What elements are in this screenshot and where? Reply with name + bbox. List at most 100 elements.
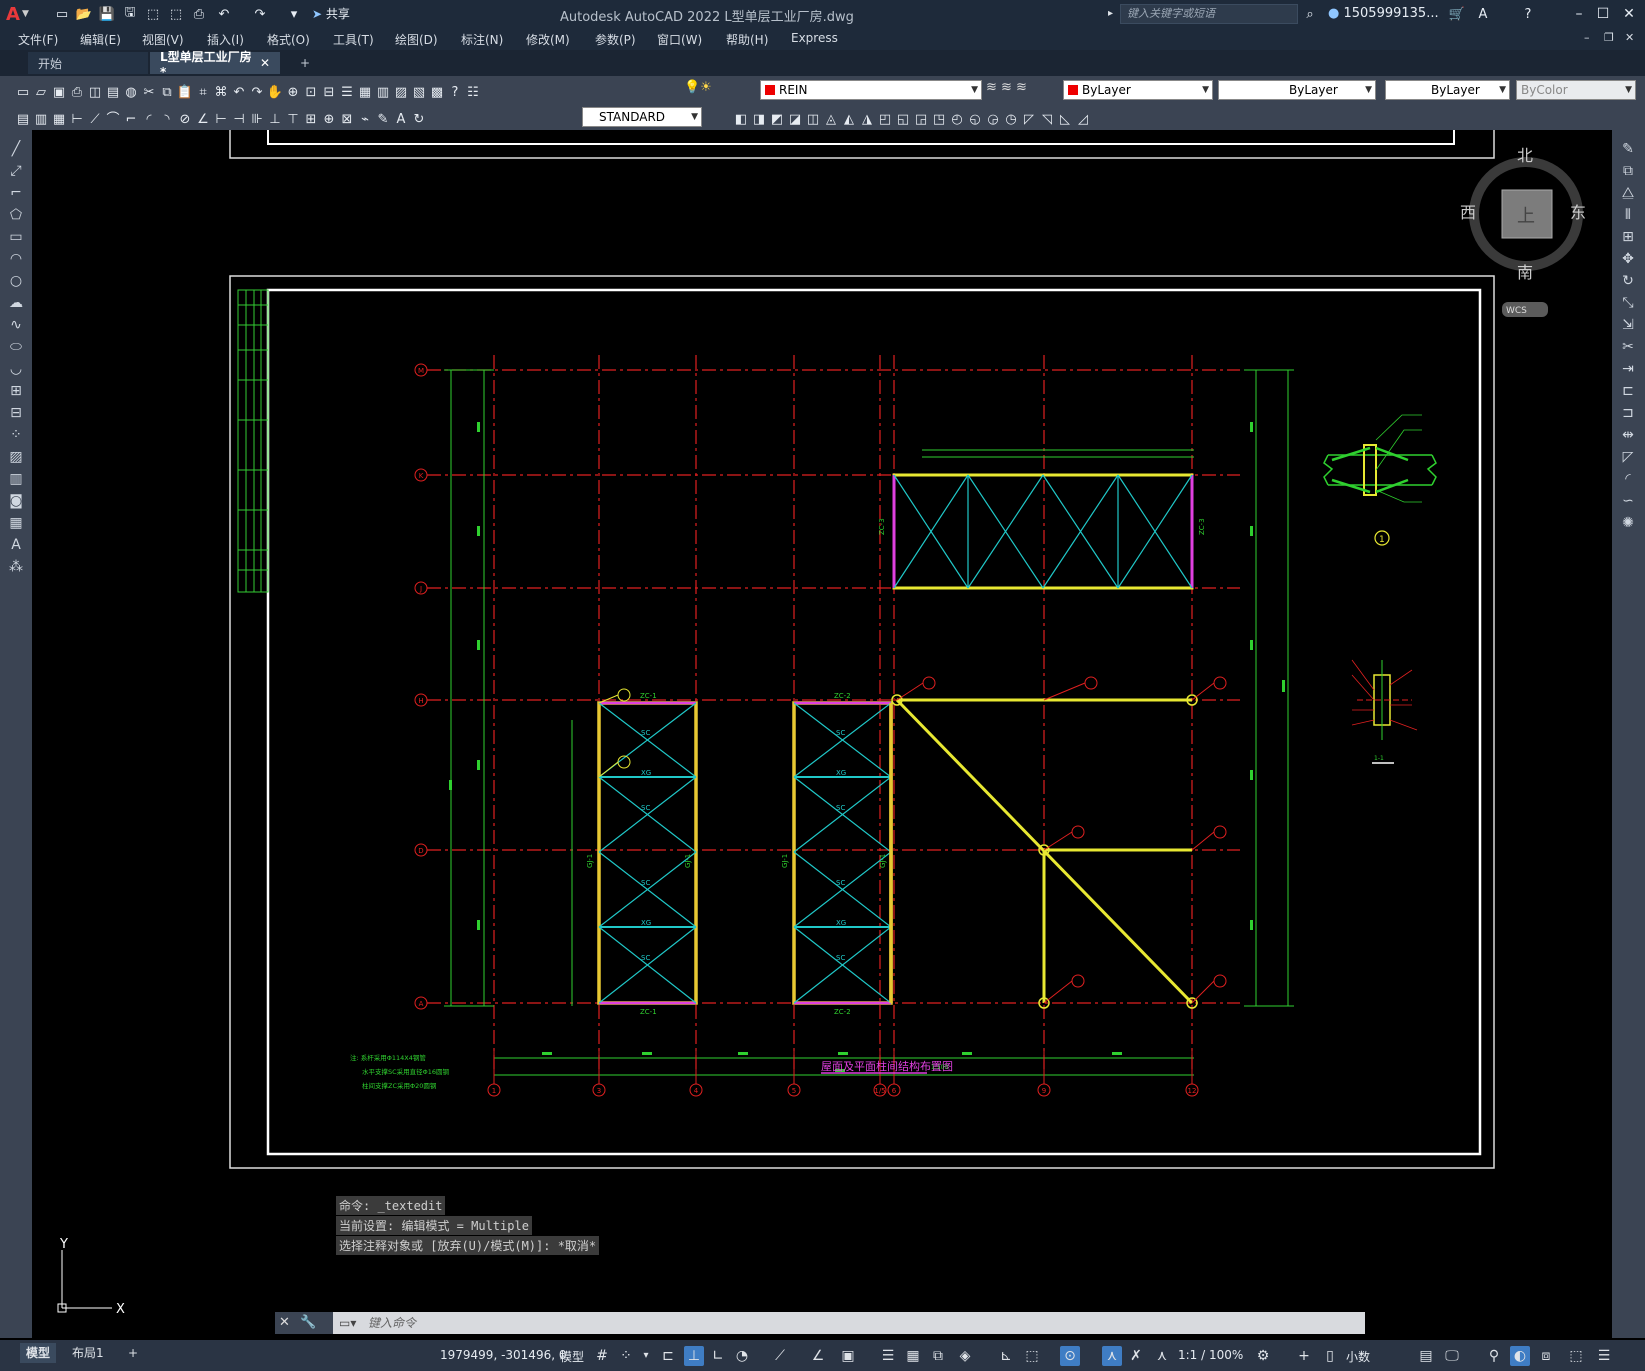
app-logo-icon[interactable]: A ▼ [6,3,32,25]
3d-torus-icon[interactable]: ◬ [822,111,840,129]
doc-minimize-button[interactable]: – [1584,31,1590,44]
selection-filter-icon[interactable]: ⬚ [1022,1346,1042,1366]
close-button[interactable]: ✕ [1618,4,1640,24]
quick-properties-icon[interactable]: ▤ [1416,1346,1436,1366]
workspace-icon[interactable]: ▤ [14,111,32,129]
scale-icon[interactable]: ⤡ [1617,292,1639,314]
dynamic-input-icon[interactable]: ⊥ [684,1346,704,1366]
annotation-scale-value[interactable]: 1:1 / 100% [1178,1348,1243,1362]
object-snap-icon[interactable]: ▣ [838,1346,858,1366]
delete-faces-icon[interactable]: ◹ [1038,111,1056,129]
command-close-icon[interactable]: ✕ [279,1315,290,1330]
zoom-previous-icon[interactable]: ⊟ [320,84,338,102]
circle-icon[interactable]: ○ [5,270,27,292]
annotation-visibility-icon[interactable]: ⊙ [1060,1346,1080,1366]
ordinate-icon[interactable]: ⌐ [122,111,140,129]
baseline-icon[interactable]: ⊣ [230,111,248,129]
model-tab[interactable]: 模型 [20,1343,57,1363]
match-prop-icon[interactable]: ⌗ [194,84,212,102]
ellipse-icon[interactable]: ⬭ [5,336,27,358]
doc-restore-button[interactable]: ❐ [1604,31,1614,44]
center-mark-icon[interactable]: ⊕ [320,111,338,129]
menu-edit[interactable]: 编辑(E) [80,31,121,48]
save-icon[interactable]: 💾 [97,4,117,24]
point-icon[interactable]: ⁘ [5,424,27,446]
continue-dim-icon[interactable]: ⊪ [248,111,266,129]
undo-icon[interactable]: ↶ [214,4,234,24]
doc-close-button[interactable]: ✕ [1625,31,1634,44]
insert-block-icon[interactable]: ⊞ [5,380,27,402]
search-expand-icon[interactable]: ▸ [1108,8,1113,19]
interfere-icon[interactable]: ◲ [912,111,930,129]
dim-edit-icon[interactable]: ✎ [374,111,392,129]
annotation-monitor-icon[interactable]: ⋏ [1152,1346,1172,1366]
cart-icon[interactable]: 🛒 [1447,4,1467,24]
calculator-icon[interactable]: ▩ [428,84,446,102]
polygon-icon[interactable]: ⬠ [5,204,27,226]
annotation-scale-icon[interactable]: ⋏ [1102,1346,1122,1366]
revcloud-icon[interactable]: ☁ [5,292,27,314]
extrude-faces-icon[interactable]: ◶ [984,111,1002,129]
paste-icon[interactable]: 📋 [176,84,194,102]
tab-close-icon[interactable]: ✕ [260,56,270,70]
object-snap-tracking-icon[interactable]: ∠ [808,1346,828,1366]
units-value[interactable]: 小数 [1346,1348,1370,1365]
open-file-icon[interactable]: 📂 [74,4,94,24]
publish-icon[interactable]: ▤ [104,84,122,102]
open-icon[interactable]: ▱ [32,84,50,102]
3d-cone-icon[interactable]: ◩ [768,111,786,129]
save-as-icon[interactable]: 🖫 [120,4,140,24]
ellipse-arc-icon[interactable]: ◡ [5,358,27,380]
chamfer-icon[interactable]: ◸ [1617,446,1639,468]
menu-view[interactable]: 视图(V) [142,31,184,48]
block-editor-icon[interactable]: ⌘ [212,84,230,102]
dim-text-edit-icon[interactable]: A [392,111,410,129]
selection-cycling-icon[interactable]: ⧉ [928,1346,948,1366]
mtext-icon[interactable]: A [5,534,27,556]
layer-prev-icon[interactable]: ▥ [32,111,50,129]
offset-icon[interactable]: ⫴ [1617,204,1639,226]
3d-cyl-icon[interactable]: ◫ [804,111,822,129]
redo-icon[interactable]: ↷ [250,4,270,24]
pan-icon[interactable]: ✋ [266,84,284,102]
command-customize-icon[interactable]: 🔧 [300,1315,316,1330]
cut-icon[interactable]: ✂ [140,84,158,102]
ortho-icon[interactable]: ∟ [708,1346,728,1366]
menu-file[interactable]: 文件(F) [18,31,58,48]
new-tab-button[interactable]: + [290,52,320,74]
search-input[interactable]: 键入关键字或短语 [1120,4,1298,24]
clean-screen-icon[interactable]: ⧈ [1536,1346,1556,1366]
units-icon[interactable]: ▯ [1320,1346,1340,1366]
menu-express[interactable]: Express [791,31,838,45]
3d-box-icon[interactable]: ◧ [732,111,750,129]
help-icon[interactable]: ? [1518,4,1538,24]
sheetset-icon[interactable]: ▨ [392,84,410,102]
tool-palettes-icon[interactable]: ▥ [374,84,392,102]
isolate-objects-icon[interactable]: ⚲ [1484,1346,1504,1366]
move-icon[interactable]: ✥ [1617,248,1639,270]
customize-status-icon[interactable]: ☰ [1594,1346,1614,1366]
polar-icon[interactable]: ◔ [732,1346,752,1366]
arc-length-icon[interactable]: ⌒ [104,111,122,129]
linear-dim-icon[interactable]: ⊢ [68,111,86,129]
new-file-icon[interactable]: ▭ [52,4,72,24]
save-tb-icon[interactable]: ▣ [50,84,68,102]
menu-modify[interactable]: 修改(M) [526,31,570,48]
maximize-button[interactable]: ☐ [1592,4,1614,24]
line-icon[interactable]: ╱ [5,138,27,160]
arc-icon[interactable]: ◠ [5,248,27,270]
break-icon[interactable]: ⊐ [1617,402,1639,424]
section-icon[interactable]: ◱ [894,111,912,129]
rotate-faces-icon[interactable]: ◺ [1056,111,1074,129]
transparency-icon[interactable]: ▦ [903,1346,923,1366]
add-icon[interactable]: + [1294,1346,1314,1366]
quick-dim-icon[interactable]: ⊢ [212,111,230,129]
lineweight-dropdown[interactable]: ByLayer ▼ [1385,80,1510,100]
array-icon[interactable]: ⊞ [1617,226,1639,248]
grid-icon[interactable]: # [592,1346,612,1366]
lock-ui-icon[interactable]: 🖵 [1442,1346,1462,1366]
rotate-icon[interactable]: ↻ [1617,270,1639,292]
subtract-icon[interactable]: ◴ [948,111,966,129]
print-icon[interactable]: ⎙ [68,84,86,102]
intersect-icon[interactable]: ◵ [966,111,984,129]
